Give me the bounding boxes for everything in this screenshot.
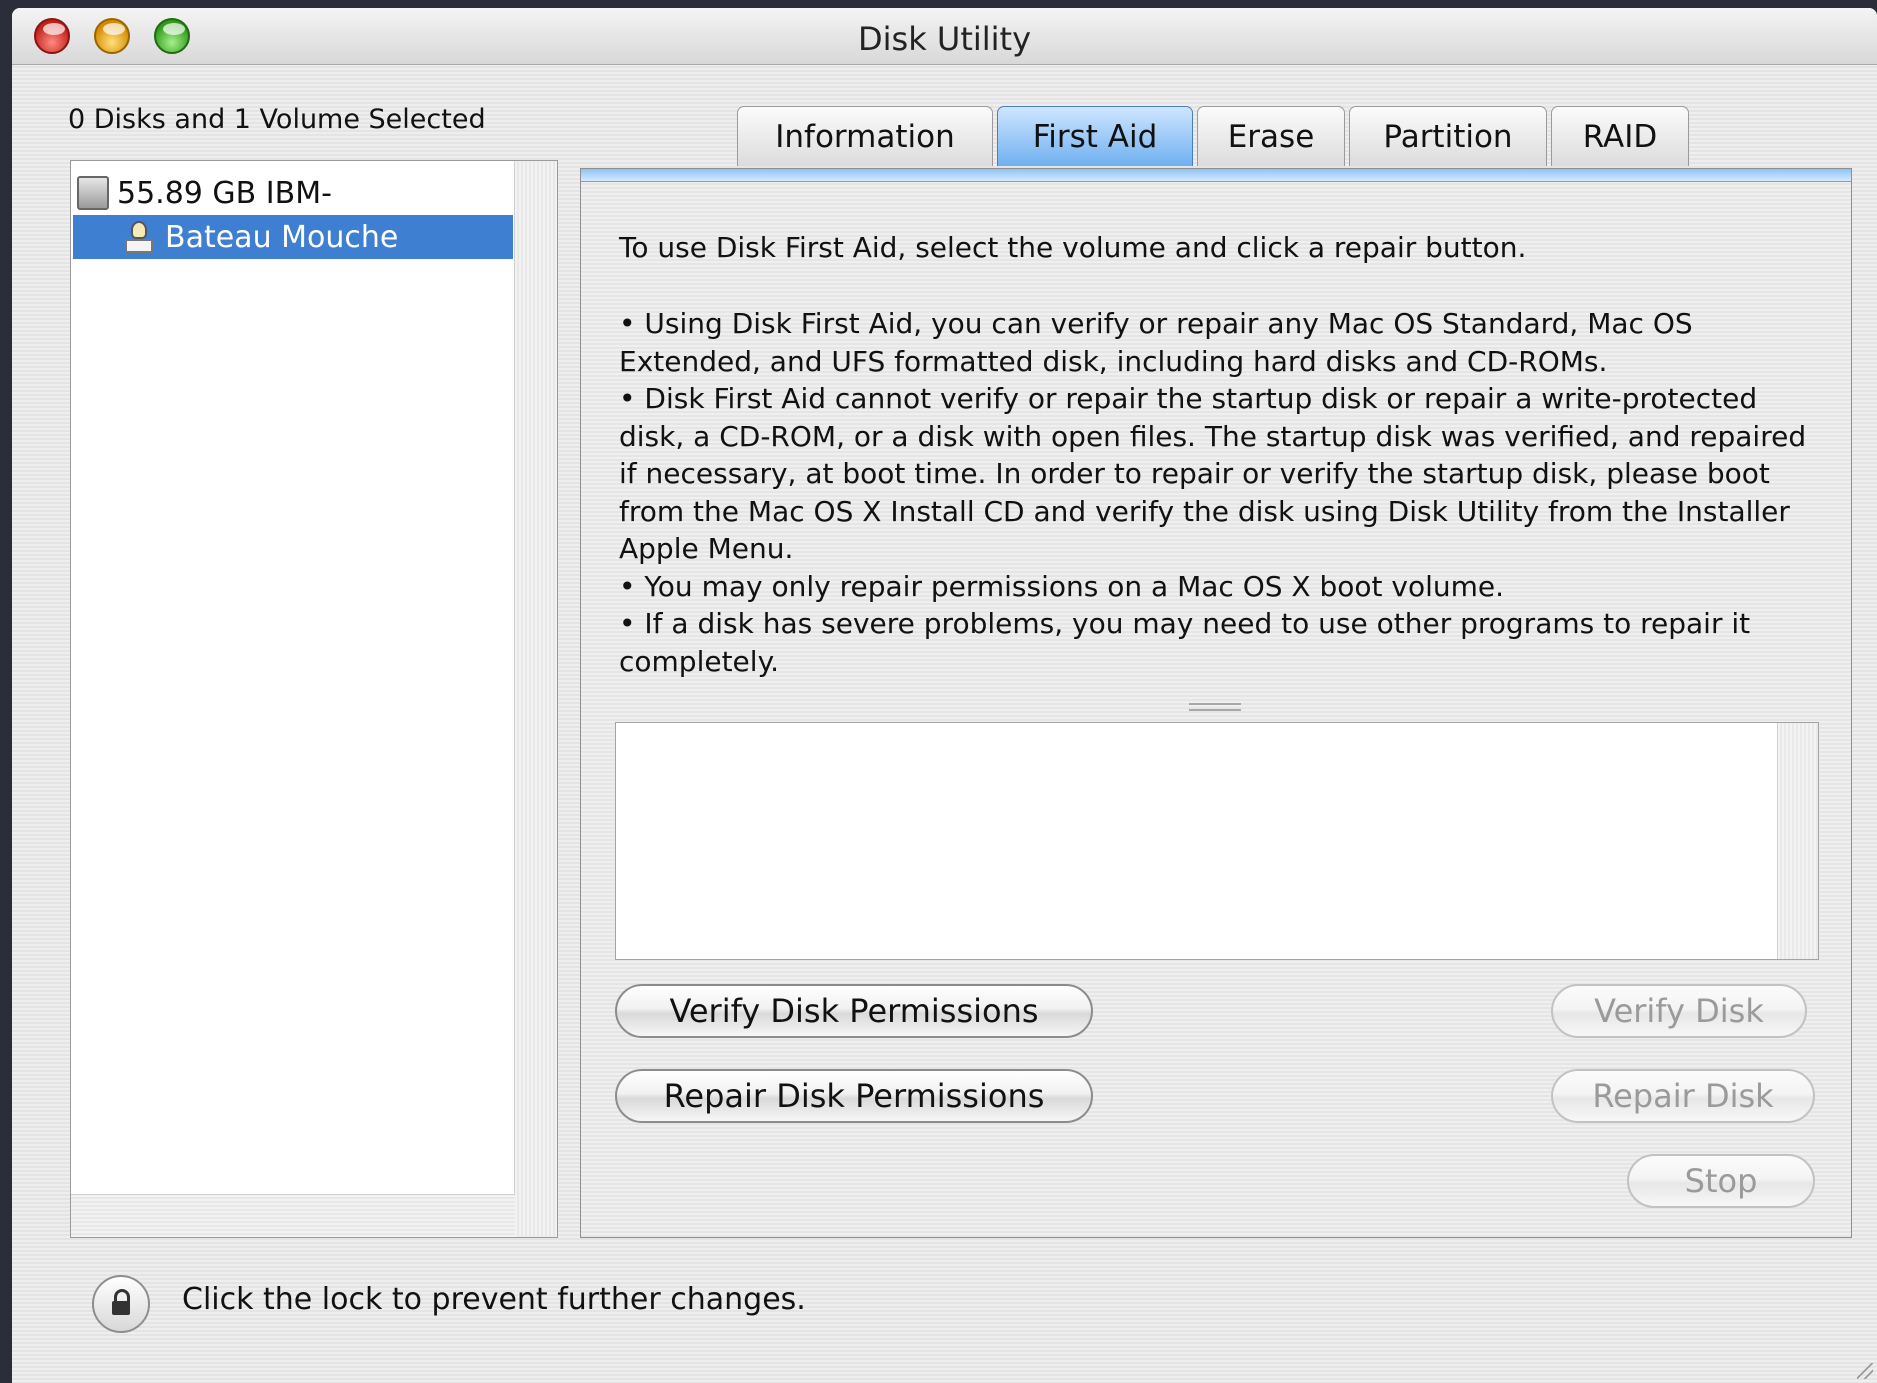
volume-label: Bateau Mouche [165,219,399,255]
first-aid-info: • Using Disk First Aid, you can verify o… [619,305,1819,680]
first-aid-intro: To use Disk First Aid, select the volume… [619,231,1527,264]
info-bullet: • Disk First Aid cannot verify or repair… [619,382,1807,565]
repair-disk-button[interactable]: Repair Disk [1551,1069,1815,1123]
tab-erase[interactable]: Erase [1197,106,1345,166]
first-aid-panel: To use Disk First Aid, select the volume… [580,168,1852,1238]
repair-disk-permissions-button[interactable]: Repair Disk Permissions [615,1069,1093,1123]
log-vertical-scrollbar[interactable] [1777,723,1818,959]
tab-information[interactable]: Information [737,106,993,166]
tab-partition[interactable]: Partition [1349,106,1547,166]
lock-icon [112,1289,130,1317]
info-bullet: • Using Disk First Aid, you can verify o… [619,307,1693,378]
resize-grip-icon[interactable] [1857,1363,1873,1379]
stop-button[interactable]: Stop [1627,1154,1815,1208]
disk-label: 55.89 GB IBM- [117,175,332,211]
info-bullet: • You may only repair permissions on a M… [619,569,1505,603]
verify-disk-permissions-button[interactable]: Verify Disk Permissions [615,984,1093,1038]
list-item-volume[interactable]: Bateau Mouche [73,215,513,259]
info-bullet: • If a disk has severe problems, you may… [619,607,1751,678]
split-view-handle[interactable] [1189,703,1241,711]
list-item-disk[interactable]: 55.89 GB IBM- [77,171,332,215]
lock-status-text: Click the lock to prevent further change… [182,1282,806,1317]
tab-bar: Information First Aid Erase Partition RA… [737,106,1693,168]
title-bar: Disk Utility [12,8,1877,65]
lock-button[interactable] [92,1275,150,1333]
first-aid-log[interactable] [615,722,1819,960]
disk-utility-window: Disk Utility 0 Disks and 1 Volume Select… [12,8,1877,1383]
verify-disk-button[interactable]: Verify Disk [1551,984,1807,1038]
tab-panel-edge [581,169,1851,182]
list-vertical-scrollbar[interactable] [514,161,557,1237]
volume-icon [123,221,155,253]
hard-disk-icon [77,176,109,210]
list-horizontal-scrollbar[interactable] [71,1194,515,1237]
window-title: Disk Utility [857,20,1032,58]
tab-first-aid[interactable]: First Aid [997,106,1193,166]
tab-raid[interactable]: RAID [1551,106,1689,166]
disk-volume-list[interactable]: 55.89 GB IBM- Bateau Mouche [70,160,558,1238]
selection-summary: 0 Disks and 1 Volume Selected [68,104,486,135]
